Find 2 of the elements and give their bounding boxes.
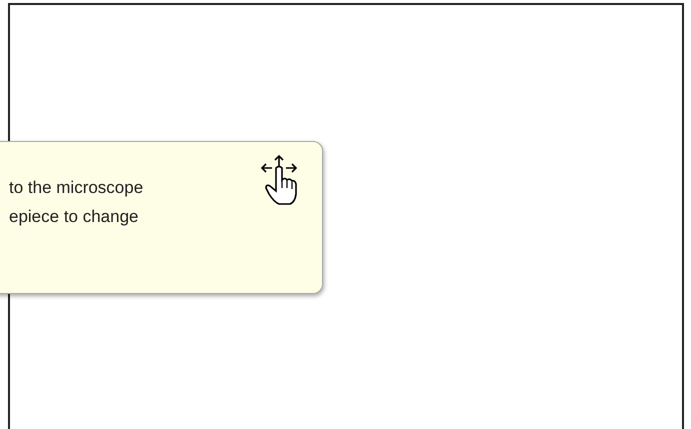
move-hand-icon <box>260 154 298 206</box>
tooltip-text: to the microscope epiece to change <box>9 177 144 228</box>
